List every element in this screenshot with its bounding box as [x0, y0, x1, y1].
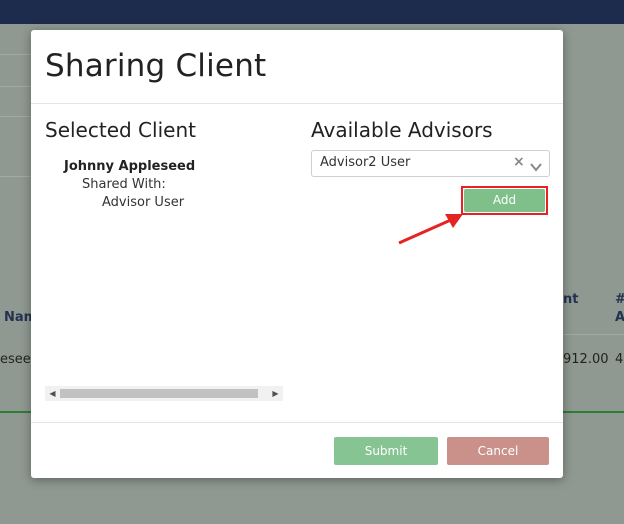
submit-button[interactable]: Submit [334, 437, 438, 465]
scroll-right-icon[interactable]: ▶ [268, 386, 283, 401]
modal-header-divider [31, 103, 563, 104]
chevron-down-icon[interactable] [530, 157, 542, 176]
advisor-select[interactable]: Advisor2 User × [311, 150, 550, 177]
selected-client-heading: Selected Client [45, 118, 196, 142]
background-divider [0, 116, 31, 117]
background-divider [563, 334, 624, 335]
advisor-select-value: Advisor2 User [320, 155, 411, 170]
client-name: Johnny Appleseed [64, 159, 196, 174]
background-column-header: A [615, 310, 624, 325]
shared-user: Advisor User [102, 195, 185, 210]
modal-footer-divider [31, 422, 563, 423]
clear-icon[interactable]: × [513, 154, 525, 170]
background-table-cell: 4 [615, 352, 624, 367]
background-column-header: nt [563, 292, 579, 307]
background-divider [0, 86, 31, 87]
background-divider [0, 176, 31, 177]
horizontal-scrollbar[interactable]: ◀ ▶ [45, 386, 283, 401]
background-column-header: # [615, 292, 624, 307]
background-table-cell: 912.00 [563, 352, 609, 367]
background-divider [0, 54, 31, 55]
scroll-left-icon[interactable]: ◀ [45, 386, 60, 401]
scrollbar-thumb[interactable] [60, 389, 258, 398]
add-button[interactable]: Add [464, 189, 545, 212]
annotation-arrow-icon [398, 214, 463, 245]
cancel-button[interactable]: Cancel [447, 437, 549, 465]
modal-title: Sharing Client [45, 48, 267, 84]
available-advisors-heading: Available Advisors [311, 118, 493, 142]
sharing-client-modal: Sharing Client Selected Client Johnny Ap… [31, 30, 563, 478]
shared-with-label: Shared With: [82, 177, 166, 192]
app-top-bar [0, 0, 624, 24]
